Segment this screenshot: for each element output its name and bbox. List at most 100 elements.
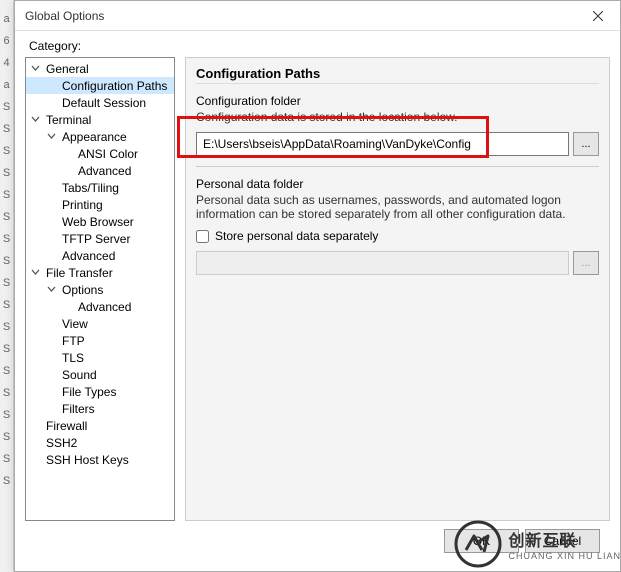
global-options-dialog: Global Options Category: General Configur… [14, 0, 621, 572]
tree-item[interactable]: Tabs/Tiling [26, 179, 174, 196]
tree-item[interactable]: File Transfer [26, 264, 174, 281]
tree-item-label: Web Browser [60, 215, 136, 229]
tree-item[interactable]: Default Session [26, 94, 174, 111]
personal-path-input [196, 251, 569, 275]
tree-item-label: Sound [60, 368, 99, 382]
dialog-body: Category: General Configuration Paths Defa… [15, 31, 620, 571]
collapse-icon[interactable] [30, 63, 41, 74]
tree-item[interactable]: Configuration Paths [26, 77, 174, 94]
tree-item-label: Firewall [44, 419, 89, 433]
tree-item-label: Advanced [76, 300, 133, 314]
editor-gutter: a64aSSSSSSSSSSSSSSSSSS [0, 0, 14, 572]
tree-item[interactable]: View [26, 315, 174, 332]
personal-folder-label: Personal data folder [196, 177, 599, 191]
tree-item[interactable]: Sound [26, 366, 174, 383]
tree-item-label: View [60, 317, 90, 331]
collapse-icon[interactable] [30, 267, 41, 278]
tree-item[interactable]: Web Browser [26, 213, 174, 230]
ok-button[interactable]: OK [444, 529, 519, 553]
tree-item-label: TFTP Server [60, 232, 132, 246]
tree-item-label: File Transfer [44, 266, 115, 280]
browse-config-button[interactable]: ... [573, 132, 599, 156]
tree-toggle-spacer [46, 386, 57, 397]
tree-item-label: Tabs/Tiling [60, 181, 121, 195]
titlebar: Global Options [15, 1, 620, 31]
tree-item-label: Default Session [60, 96, 148, 110]
tree-item[interactable]: Options [26, 281, 174, 298]
tree-item[interactable]: Advanced [26, 298, 174, 315]
tree-toggle-spacer [46, 80, 57, 91]
category-tree[interactable]: General Configuration Paths Default Sessio… [25, 57, 175, 521]
button-bar: OK Cancel [25, 521, 610, 561]
settings-panel: Configuration Paths Configuration folder… [185, 57, 610, 521]
panel-title: Configuration Paths [196, 64, 599, 84]
tree-item-label: Advanced [60, 249, 117, 263]
store-separately-checkbox[interactable] [196, 230, 209, 243]
tree-toggle-spacer [62, 301, 73, 312]
tree-item-label: ANSI Color [76, 147, 140, 161]
tree-toggle-spacer [46, 352, 57, 363]
tree-item[interactable]: Advanced [26, 162, 174, 179]
main-area: General Configuration Paths Default Sessio… [25, 57, 610, 521]
store-separately-row: Store personal data separately [196, 229, 599, 243]
tree-item[interactable]: Advanced [26, 247, 174, 264]
config-path-input[interactable] [196, 132, 569, 156]
close-button[interactable] [582, 4, 614, 28]
tree-item[interactable]: General [26, 60, 174, 77]
tree-item[interactable]: ANSI Color [26, 145, 174, 162]
tree-toggle-spacer [46, 233, 57, 244]
tree-item-label: Configuration Paths [60, 79, 169, 93]
tree-item-label: Advanced [76, 164, 133, 178]
tree-toggle-spacer [46, 318, 57, 329]
tree-item[interactable]: SSH2 [26, 434, 174, 451]
tree-item[interactable]: FTP [26, 332, 174, 349]
config-folder-desc: Configuration data is stored in the loca… [196, 110, 599, 124]
tree-item[interactable]: SSH Host Keys [26, 451, 174, 468]
tree-item[interactable]: TLS [26, 349, 174, 366]
tree-toggle-spacer [62, 165, 73, 176]
close-icon [593, 11, 603, 21]
tree-item-label: SSH2 [44, 436, 79, 450]
tree-item-label: General [44, 62, 91, 76]
tree-toggle-spacer [30, 454, 41, 465]
dialog-title: Global Options [25, 9, 104, 23]
tree-item-label: Options [60, 283, 105, 297]
tree-item-label: Printing [60, 198, 105, 212]
tree-item[interactable]: File Types [26, 383, 174, 400]
tree-item-label: SSH Host Keys [44, 453, 131, 467]
tree-toggle-spacer [30, 437, 41, 448]
browse-personal-button: ... [573, 251, 599, 275]
tree-item-label: File Types [60, 385, 118, 399]
personal-path-row: ... [196, 251, 599, 275]
tree-item[interactable]: Filters [26, 400, 174, 417]
tree-toggle-spacer [62, 148, 73, 159]
tree-toggle-spacer [30, 420, 41, 431]
tree-toggle-spacer [46, 199, 57, 210]
tree-item-label: Filters [60, 402, 97, 416]
tree-toggle-spacer [46, 97, 57, 108]
personal-folder-desc: Personal data such as usernames, passwor… [196, 193, 599, 221]
tree-item[interactable]: Firewall [26, 417, 174, 434]
divider [196, 166, 599, 167]
config-path-row: ... [196, 132, 599, 156]
tree-item[interactable]: Printing [26, 196, 174, 213]
collapse-icon[interactable] [46, 131, 57, 142]
collapse-icon[interactable] [30, 114, 41, 125]
tree-item-label: Appearance [60, 130, 129, 144]
cancel-button[interactable]: Cancel [525, 529, 600, 553]
tree-item-label: TLS [60, 351, 86, 365]
category-label: Category: [25, 39, 610, 53]
tree-toggle-spacer [46, 250, 57, 261]
tree-toggle-spacer [46, 403, 57, 414]
tree-toggle-spacer [46, 369, 57, 380]
store-separately-label: Store personal data separately [215, 229, 378, 243]
collapse-icon[interactable] [46, 284, 57, 295]
tree-item-label: FTP [60, 334, 87, 348]
tree-item[interactable]: Terminal [26, 111, 174, 128]
tree-item-label: Terminal [44, 113, 93, 127]
tree-item[interactable]: TFTP Server [26, 230, 174, 247]
config-folder-label: Configuration folder [196, 94, 599, 108]
tree-item[interactable]: Appearance [26, 128, 174, 145]
tree-toggle-spacer [46, 182, 57, 193]
tree-toggle-spacer [46, 216, 57, 227]
